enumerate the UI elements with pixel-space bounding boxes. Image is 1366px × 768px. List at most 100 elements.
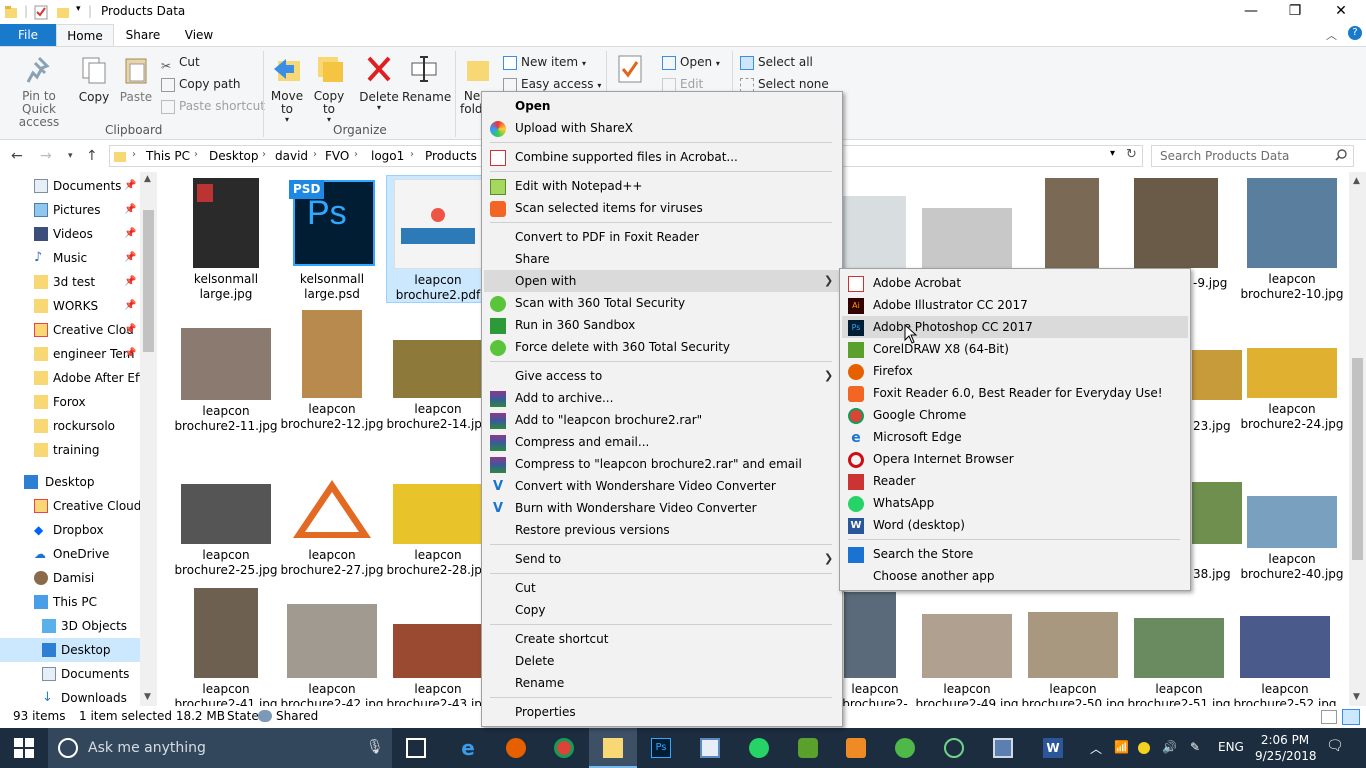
move-to-button[interactable]: Move to ▾: [268, 53, 306, 124]
menu-item-force-delete[interactable]: Force delete with 360 Total Security: [484, 336, 840, 358]
paste-shortcut-button[interactable]: Paste shortcut: [161, 96, 265, 116]
task-view-button[interactable]: [392, 728, 440, 768]
taskbar-word[interactable]: W: [1029, 728, 1077, 768]
clock[interactable]: 2:06 PM 9/25/2018: [1255, 732, 1317, 764]
up-arrow-icon[interactable]: ↑: [86, 148, 98, 164]
close-button[interactable]: ✕: [1318, 0, 1364, 24]
menu-item-add-rar[interactable]: Add to "leapcon brochure2.rar": [484, 409, 840, 431]
menu-item-edit-notepad[interactable]: Edit with Notepad++: [484, 175, 840, 197]
open-button[interactable]: Open ▾: [662, 52, 720, 72]
back-arrow-icon[interactable]: ←: [11, 148, 23, 164]
scroll-down-icon[interactable]: ▼: [144, 692, 151, 702]
choose-another-app[interactable]: Choose another app: [842, 565, 1188, 587]
new-folder-qat-icon[interactable]: [56, 4, 70, 20]
nav-item-music[interactable]: ♪ Music 📌: [0, 246, 140, 270]
menu-item-burn-wondershare[interactable]: V Burn with Wondershare Video Converter: [484, 497, 840, 519]
file-item[interactable]: leapcon brochure2-47.jpg: [830, 592, 920, 706]
app-word[interactable]: W Word (desktop): [842, 514, 1188, 536]
nav-item-documents[interactable]: Documents 📌: [0, 174, 140, 198]
file-item[interactable]: leapcon brochure2-40.jpg: [1240, 496, 1344, 582]
menu-item-delete[interactable]: Delete: [484, 650, 840, 672]
paste-button[interactable]: Paste: [118, 55, 154, 104]
cut-button[interactable]: ✂ Cut: [161, 52, 200, 73]
file-item[interactable]: leapcon brochure2-43.jpg: [386, 624, 490, 706]
file-item[interactable]: leapcon brochure2-27.jpg: [280, 476, 384, 578]
breadcrumb-products-data[interactable]: Products Data: [425, 149, 480, 163]
breadcrumb-fvo[interactable]: FVO: [325, 149, 349, 163]
tray-app-icon[interactable]: [1138, 742, 1150, 754]
nav-item-3d-objects[interactable]: 3D Objects: [0, 614, 140, 638]
nav-item-desktop-root[interactable]: Desktop: [0, 470, 140, 494]
menu-item-restore-versions[interactable]: Restore previous versions: [484, 519, 840, 541]
menu-item-combine-acrobat[interactable]: Combine supported files in Acrobat...: [484, 146, 840, 168]
menu-item-properties[interactable]: Properties: [484, 701, 840, 723]
file-item[interactable]: leapcon brochure2-24.jpg: [1240, 348, 1344, 432]
nav-item-this-pc[interactable]: This PC: [0, 590, 140, 614]
large-icons-view-icon[interactable]: [1342, 709, 1360, 725]
taskbar-coreldraw[interactable]: [784, 728, 832, 768]
file-item[interactable]: kelsonmall large.jpg: [174, 178, 278, 302]
microphone-icon[interactable]: 🎙: [366, 739, 384, 755]
menu-item-convert-foxit[interactable]: Convert to PDF in Foxit Reader: [484, 226, 840, 248]
file-item[interactable]: leapcon brochure2-49.jpg: [915, 614, 1019, 706]
search-the-store[interactable]: Search the Store: [842, 543, 1188, 565]
tab-share[interactable]: Share: [118, 24, 168, 46]
menu-item-give-access[interactable]: Give access to ❯: [484, 365, 840, 387]
file-item[interactable]: Ps PSD kelsonmall large.psd: [280, 178, 384, 302]
taskbar-photoshop[interactable]: Ps: [637, 728, 685, 768]
file-item[interactable]: leapcon brochure2-10.jpg: [1240, 178, 1344, 302]
nav-item-engineer-template[interactable]: engineer Tem 📌: [0, 342, 140, 366]
file-item[interactable]: leapcon brochure2-11.jpg: [174, 326, 278, 434]
nav-item-rockursolo[interactable]: rockursolo: [0, 414, 140, 438]
menu-item-compress-email[interactable]: Compress and email...: [484, 431, 840, 453]
file-item[interactable]: leapcon brochure2-42.jpg: [280, 604, 384, 706]
menu-item-open-with[interactable]: Open with ❯: [484, 270, 840, 292]
select-all-button[interactable]: Select all: [740, 52, 813, 72]
nav-item-creative-cloud-files[interactable]: Creative Cloud F: [0, 494, 140, 518]
properties-qat-icon[interactable]: [34, 4, 48, 20]
action-center-icon[interactable]: 🗨: [1326, 738, 1344, 754]
app-adobe-photoshop[interactable]: Ps Adobe Photoshop CC 2017: [842, 316, 1188, 338]
app-opera[interactable]: Opera Internet Browser: [842, 448, 1188, 470]
file-item[interactable]: leapcon brochure2-50.jpg: [1021, 612, 1125, 706]
nav-item-videos[interactable]: Videos 📌: [0, 222, 140, 246]
breadcrumb-desktop[interactable]: Desktop: [209, 149, 259, 163]
taskbar-chrome[interactable]: [540, 728, 588, 768]
app-foxit-reader[interactable]: Foxit Reader 6.0, Best Reader for Everyd…: [842, 382, 1188, 404]
scrollbar-thumb[interactable]: [143, 210, 154, 352]
nav-item-training[interactable]: training: [0, 438, 140, 462]
nav-item-desktop[interactable]: Desktop: [0, 638, 140, 662]
taskbar-whatsapp[interactable]: [735, 728, 783, 768]
taskbar-utorrent[interactable]: [881, 728, 929, 768]
file-list-scrollbar[interactable]: ▲ ▼: [1349, 172, 1366, 706]
start-button[interactable]: [0, 728, 48, 768]
breadcrumb-this-pc[interactable]: This PC: [146, 149, 190, 163]
menu-item-convert-wondershare[interactable]: V Convert with Wondershare Video Convert…: [484, 475, 840, 497]
taskbar-app-orange[interactable]: [832, 728, 880, 768]
file-item[interactable]: leapcon brochure2-51.jpg: [1127, 618, 1231, 706]
network-icon[interactable]: 📶: [1114, 740, 1129, 754]
customize-qat-icon[interactable]: ▾: [76, 4, 81, 20]
nav-item-downloads[interactable]: ↓ Downloads: [0, 686, 140, 706]
details-view-icon[interactable]: [1321, 710, 1337, 724]
show-hidden-icons-icon[interactable]: ︿: [1090, 740, 1102, 757]
nav-item-forox[interactable]: Forox: [0, 390, 140, 414]
nav-item-works[interactable]: WORKS 📌: [0, 294, 140, 318]
scroll-down-icon[interactable]: ▼: [1353, 692, 1360, 702]
breadcrumb-logo1[interactable]: logo1: [371, 149, 404, 163]
tab-file[interactable]: File: [0, 24, 56, 46]
tab-view[interactable]: View: [174, 24, 224, 46]
nav-pane-scrollbar[interactable]: ▲ ▼: [140, 172, 157, 706]
nav-item-creative-cloud[interactable]: Creative Clou 📌: [0, 318, 140, 342]
refresh-icon[interactable]: ↻: [1126, 147, 1137, 162]
file-item[interactable]: leapcon brochure2-14.jpg: [386, 340, 490, 432]
taskbar-app-atom[interactable]: [930, 728, 978, 768]
cortana-search-box[interactable]: Ask me anything 🎙: [48, 728, 392, 768]
app-reader[interactable]: Reader: [842, 470, 1188, 492]
app-coreldraw[interactable]: CorelDRAW X8 (64-Bit): [842, 338, 1188, 360]
app-google-chrome[interactable]: Google Chrome: [842, 404, 1188, 426]
nav-item-3d-test[interactable]: 3d test 📌: [0, 270, 140, 294]
help-icon[interactable]: ?: [1348, 26, 1362, 40]
taskbar-file-explorer[interactable]: [589, 728, 637, 768]
menu-item-add-archive[interactable]: Add to archive...: [484, 387, 840, 409]
